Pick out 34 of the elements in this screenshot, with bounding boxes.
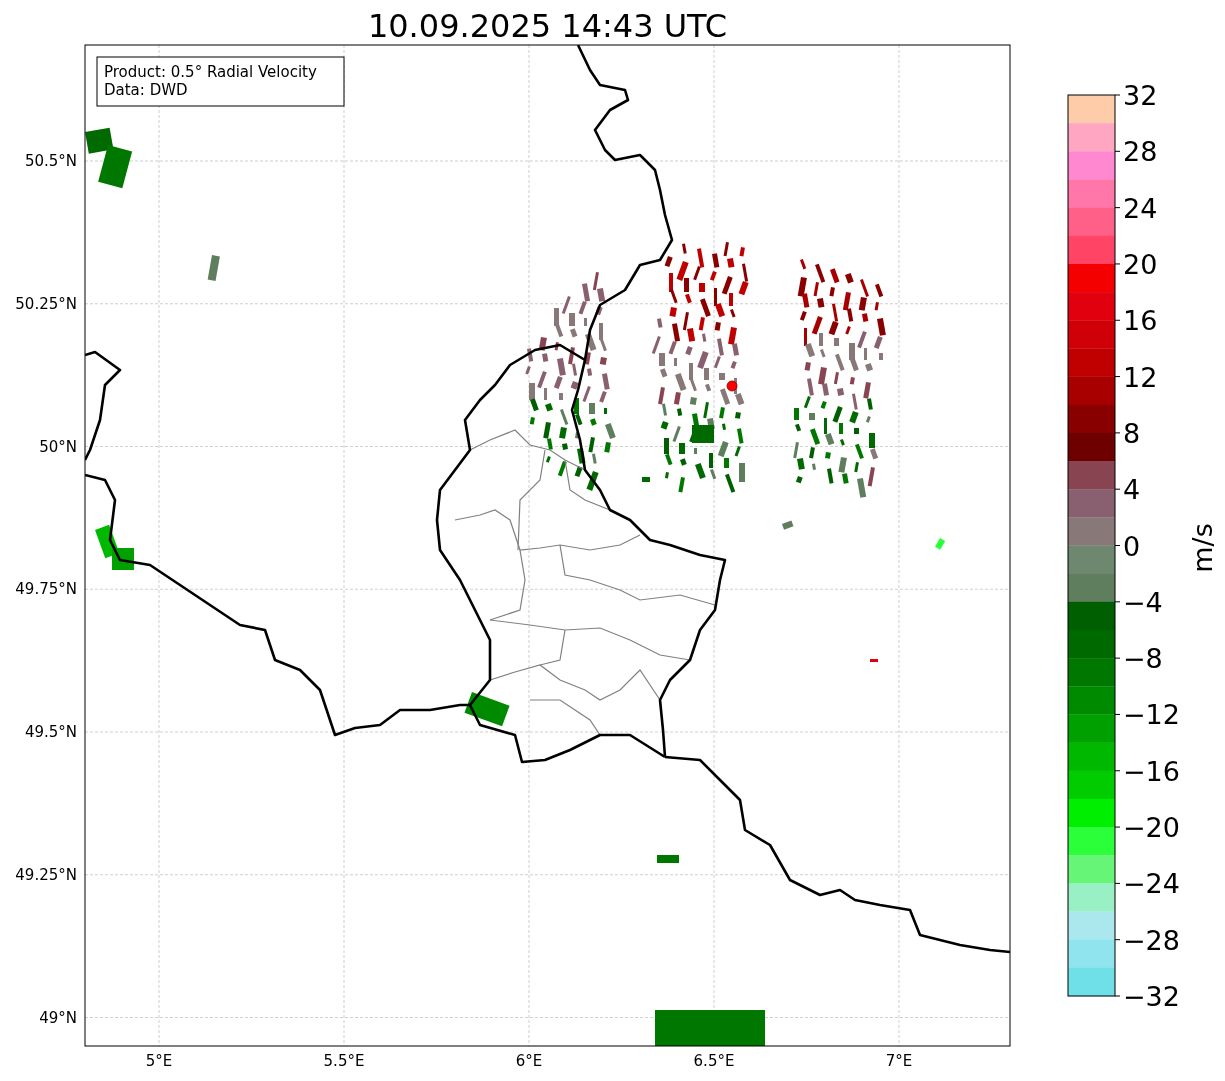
colorbar-tick-label: 32 [1123, 80, 1158, 111]
y-tick-label: 50°N [39, 437, 77, 456]
radar-site-marker [726, 380, 738, 392]
colorbar-tick-label: 12 [1123, 361, 1158, 393]
colorbar-tick-label: −12 [1123, 699, 1180, 731]
colorbar-tick-label: 4 [1123, 474, 1141, 506]
colorbar-tick-label: 28 [1123, 136, 1158, 168]
colorbar-tick-label: 24 [1123, 192, 1158, 224]
colorbar-label: m/s [1187, 523, 1218, 573]
colorbar-tick-label: −32 [1123, 981, 1180, 1012]
legend-text: Data: DWD [104, 81, 188, 99]
colorbar-tick-label: −4 [1123, 586, 1163, 618]
colorbar-tick-label: 0 [1123, 530, 1141, 562]
y-tick-label: 49°N [39, 1008, 77, 1027]
x-tick-label: 5.5°E [323, 1052, 365, 1070]
y-tick-label: 49.75°N [15, 580, 77, 599]
colorbar-tick-label: −24 [1123, 868, 1180, 900]
colorbar-tick-label: 20 [1123, 248, 1158, 280]
x-tick-label: 5°E [145, 1052, 173, 1070]
chart-title: 10.09.2025 14:43 UTC [367, 7, 728, 45]
colorbar-tick-label: −16 [1123, 755, 1180, 787]
colorbar-tick-label: 8 [1123, 417, 1141, 449]
colorbar-tick-label: −20 [1123, 812, 1180, 844]
x-tick-label: 6°E [515, 1052, 543, 1070]
colorbar-tick-label: 16 [1123, 305, 1158, 337]
legend-text: Product: 0.5° Radial Velocity [104, 63, 317, 81]
y-tick-label: 50.25°N [15, 294, 77, 313]
x-tick-label: 7°E [885, 1052, 913, 1070]
y-tick-label: 50.5°N [24, 152, 77, 170]
colorbar-tick-label: −28 [1123, 924, 1180, 956]
colorbar-tick-label: −8 [1123, 643, 1163, 675]
y-tick-label: 49.5°N [24, 723, 77, 741]
y-tick-label: 49.25°N [15, 865, 77, 884]
x-tick-label: 6.5°E [693, 1052, 735, 1070]
